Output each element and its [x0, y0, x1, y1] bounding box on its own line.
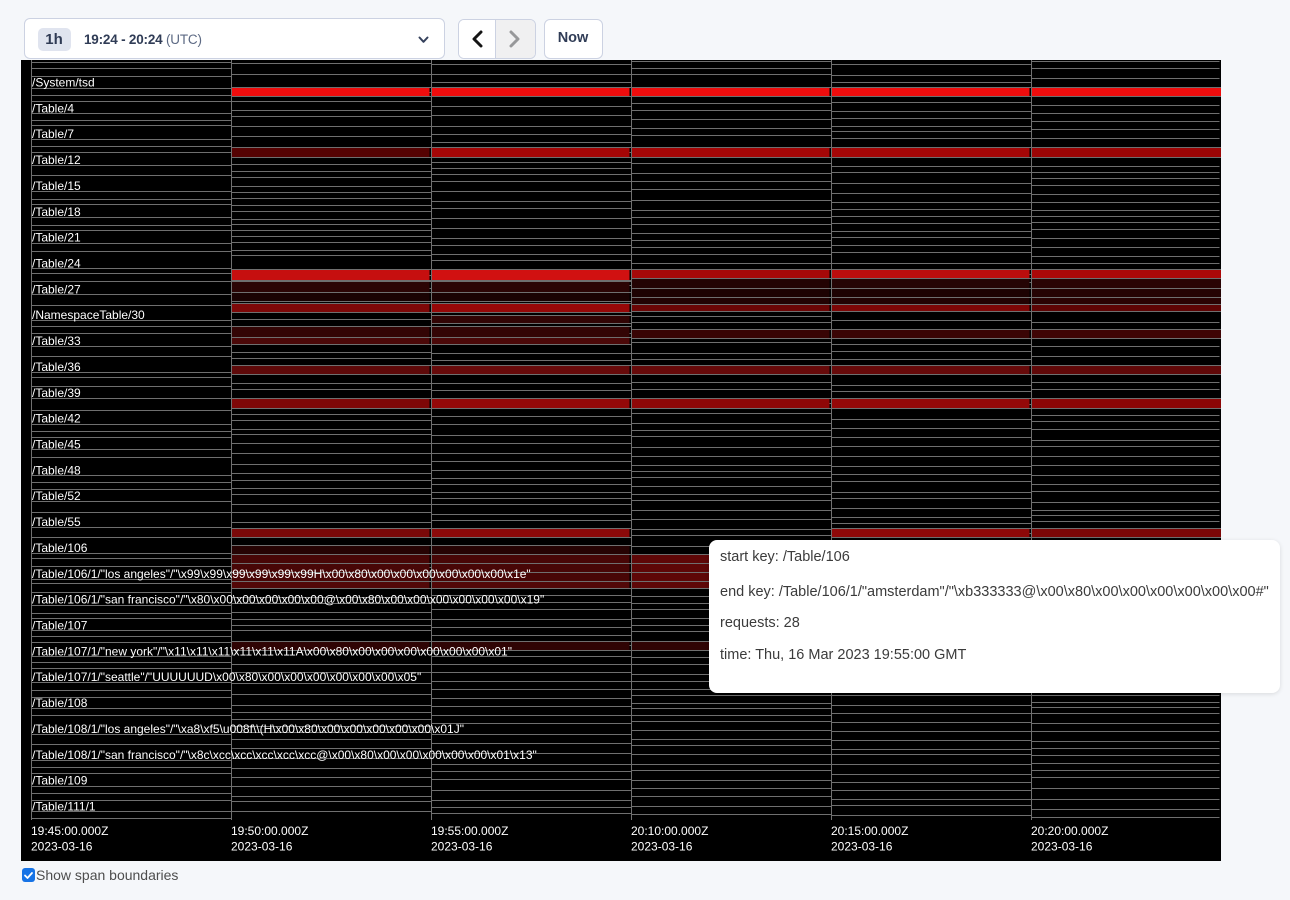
svg-text:19:50:00.000Z: 19:50:00.000Z: [231, 824, 308, 838]
svg-text:2023-03-16: 2023-03-16: [31, 840, 93, 854]
svg-text:19:55:00.000Z: 19:55:00.000Z: [431, 824, 508, 838]
svg-text:20:20:00.000Z: 20:20:00.000Z: [1031, 824, 1108, 838]
svg-text:/Table/52: /Table/52: [32, 489, 81, 503]
svg-text:/Table/108/1/"san francisco"/": /Table/108/1/"san francisco"/"\x8c\xcc\x…: [32, 748, 537, 762]
svg-text:2023-03-16: 2023-03-16: [431, 840, 493, 854]
svg-text:/Table/21: /Table/21: [32, 231, 81, 245]
svg-text:/Table/48: /Table/48: [32, 463, 81, 477]
svg-text:/Table/18: /Table/18: [32, 205, 81, 219]
svg-text:/System/tsd: /System/tsd: [32, 76, 95, 90]
svg-text:/Table/107/1/"new york"/"\x11\: /Table/107/1/"new york"/"\x11\x11\x11\x1…: [32, 644, 512, 658]
svg-text:/Table/107/1/"seattle"/"UUUUUU: /Table/107/1/"seattle"/"UUUUUUD\x00\x80\…: [32, 670, 421, 684]
svg-text:/Table/111/1: /Table/111/1: [32, 800, 96, 814]
svg-text:20:10:00.000Z: 20:10:00.000Z: [631, 824, 708, 838]
svg-text:19:45:00.000Z: 19:45:00.000Z: [31, 824, 108, 838]
svg-text:/Table/33: /Table/33: [32, 334, 81, 348]
svg-text:/Table/108: /Table/108: [32, 696, 88, 710]
svg-text:/Table/4: /Table/4: [32, 101, 74, 115]
svg-text:/NamespaceTable/30: /NamespaceTable/30: [32, 308, 145, 322]
svg-text:/Table/55: /Table/55: [32, 515, 81, 529]
svg-text:2023-03-16: 2023-03-16: [231, 840, 293, 854]
svg-text:/Table/106/1/"los angeles"/"\x: /Table/106/1/"los angeles"/"\x99\x99\x99…: [32, 567, 531, 581]
svg-text:/Table/15: /Table/15: [32, 179, 81, 193]
svg-text:/Table/39: /Table/39: [32, 386, 81, 400]
svg-text:/Table/27: /Table/27: [32, 282, 81, 296]
svg-text:2023-03-16: 2023-03-16: [831, 840, 893, 854]
svg-text:/Table/7: /Table/7: [32, 127, 74, 141]
svg-text:20:15:00.000Z: 20:15:00.000Z: [831, 824, 908, 838]
svg-text:/Table/42: /Table/42: [32, 412, 81, 426]
svg-text:/Table/12: /Table/12: [32, 153, 81, 167]
svg-text:/Table/24: /Table/24: [32, 257, 81, 271]
svg-text:/Table/106/1/"san francisco"/": /Table/106/1/"san francisco"/"\x80\x00\x…: [32, 593, 544, 607]
svg-text:/Table/108/1/"los angeles"/"\x: /Table/108/1/"los angeles"/"\xa8\xf5\u00…: [32, 722, 464, 736]
svg-text:2023-03-16: 2023-03-16: [1031, 840, 1093, 854]
svg-text:/Table/36: /Table/36: [32, 360, 81, 374]
svg-text:/Table/45: /Table/45: [32, 438, 81, 452]
svg-text:2023-03-16: 2023-03-16: [631, 840, 693, 854]
svg-text:/Table/107: /Table/107: [32, 619, 88, 633]
svg-text:/Table/109: /Table/109: [32, 774, 88, 788]
svg-text:/Table/106: /Table/106: [32, 541, 88, 555]
